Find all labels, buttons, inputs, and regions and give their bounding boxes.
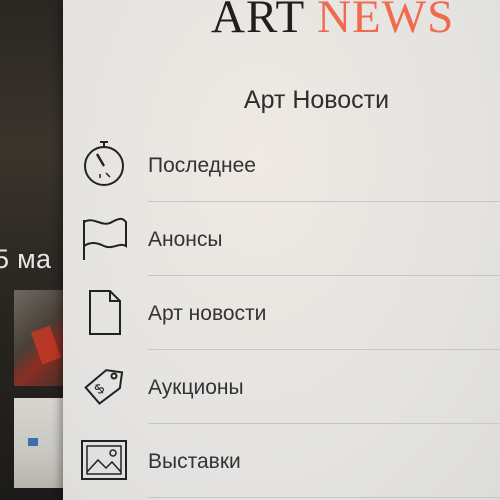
menu-item-label: Анонсы <box>148 228 223 251</box>
flag-icon <box>80 214 128 262</box>
background-date-text: 5 ма <box>0 244 52 274</box>
picture-icon <box>80 436 128 484</box>
menu-item-exhibitions[interactable]: Выставки <box>63 424 500 498</box>
menu-item-latest[interactable]: Последнее <box>63 128 500 202</box>
menu-list: Последнее Анонсы Арт новости $ Аукционы … <box>63 128 500 498</box>
document-icon <box>80 288 128 336</box>
menu-item-art-news[interactable]: Арт новости <box>63 276 500 350</box>
logo-word-news: NEWS <box>317 0 455 43</box>
svg-text:$: $ <box>91 380 107 397</box>
app-logo: ART NEWS <box>211 0 500 42</box>
menu-item-label: Последнее <box>148 154 256 177</box>
navigation-drawer: ART NEWS Арт Новости Последнее Анонсы Ар… <box>63 0 500 500</box>
menu-item-announcements[interactable]: Анонсы <box>63 202 500 276</box>
stopwatch-icon <box>80 140 128 188</box>
menu-title: Арт Новости <box>243 86 390 114</box>
menu-item-auctions[interactable]: $ Аукционы <box>63 350 500 424</box>
divider <box>148 497 500 498</box>
logo-word-art: ART <box>211 0 305 43</box>
menu-item-label: Арт новости <box>148 302 267 325</box>
price-tag-icon: $ <box>80 362 128 410</box>
menu-item-label: Выставки <box>148 450 241 473</box>
menu-item-label: Аукционы <box>148 376 244 399</box>
